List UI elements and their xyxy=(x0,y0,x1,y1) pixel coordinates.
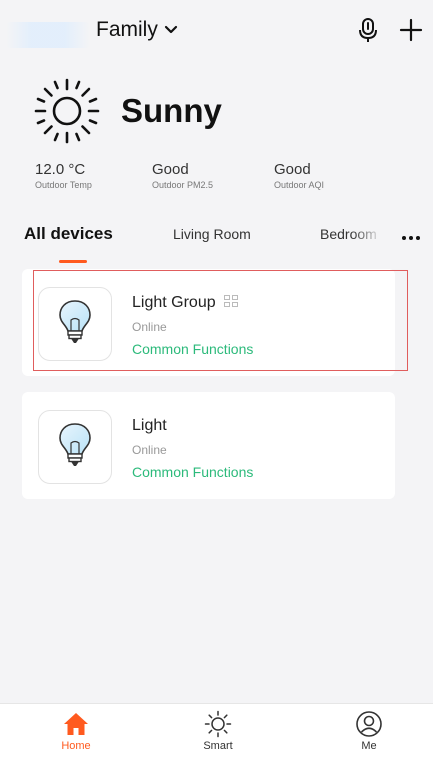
microphone-icon xyxy=(358,17,378,48)
nav-home[interactable]: Home xyxy=(46,710,106,752)
bottom-nav: Home Smart Me xyxy=(0,703,433,763)
home-selector[interactable]: Family xyxy=(96,18,178,42)
stat-value: Good xyxy=(152,161,189,178)
more-tabs-button[interactable] xyxy=(397,230,425,244)
active-tab-indicator xyxy=(59,260,87,263)
header-glow xyxy=(6,22,90,48)
device-status: Online xyxy=(132,320,167,334)
tab-all-devices[interactable]: All devices xyxy=(24,224,113,244)
device-name-row: Light Group xyxy=(132,294,238,312)
device-card-light-group[interactable]: Light Group Online Common Functions xyxy=(22,269,395,376)
device-name: Light Group xyxy=(132,294,216,311)
device-status: Online xyxy=(132,443,167,457)
home-name: Family xyxy=(96,18,158,41)
stat-outdoor-pm25: Good Outdoor PM2.5 xyxy=(152,161,214,191)
user-icon xyxy=(355,710,383,738)
device-card-light[interactable]: Light Online Common Functions xyxy=(22,392,395,499)
weather-condition: Sunny xyxy=(121,92,222,129)
header: Family xyxy=(0,0,433,62)
plus-icon xyxy=(399,18,423,47)
device-name: Light xyxy=(132,417,167,434)
more-horizontal-icon xyxy=(401,228,421,246)
light-bulb-icon xyxy=(57,421,93,474)
stat-value: Good xyxy=(274,161,311,178)
device-icon-box xyxy=(38,287,112,361)
weather-stats: 12.0 °C Outdoor Temp Good Outdoor PM2.5 … xyxy=(35,162,415,198)
device-name-row: Light xyxy=(132,417,167,435)
nav-label: Smart xyxy=(203,740,233,752)
add-device-button[interactable] xyxy=(396,17,426,47)
room-tabs: All devices Living Room Bedroom xyxy=(0,218,433,266)
sun-icon xyxy=(32,76,102,146)
tab-living-room[interactable]: Living Room xyxy=(173,226,251,242)
home-screen: Family Sunny 12.0 °C Outdoor Temp Good O… xyxy=(0,0,433,763)
stat-value: 12.0 °C xyxy=(35,161,86,178)
tab-bedroom[interactable]: Bedroom xyxy=(320,226,378,242)
voice-button[interactable] xyxy=(354,17,382,47)
chevron-down-icon xyxy=(164,22,178,40)
device-icon-box xyxy=(38,410,112,484)
stat-label: Outdoor PM2.5 xyxy=(152,180,214,190)
common-functions-link[interactable]: Common Functions xyxy=(132,464,253,480)
stat-label: Outdoor Temp xyxy=(35,180,92,190)
nav-me[interactable]: Me xyxy=(339,710,399,752)
group-icon xyxy=(223,294,238,312)
common-functions-link[interactable]: Common Functions xyxy=(132,341,253,357)
stat-outdoor-aqi: Good Outdoor AQI xyxy=(274,161,325,191)
nav-label: Home xyxy=(61,740,91,752)
stat-label: Outdoor AQI xyxy=(274,180,325,190)
nav-smart[interactable]: Smart xyxy=(188,710,248,752)
light-bulb-icon xyxy=(57,298,93,351)
home-icon xyxy=(62,710,90,738)
stat-outdoor-temp: 12.0 °C Outdoor Temp xyxy=(35,161,92,191)
nav-label: Me xyxy=(361,740,377,752)
sun-outline-icon xyxy=(204,710,232,738)
